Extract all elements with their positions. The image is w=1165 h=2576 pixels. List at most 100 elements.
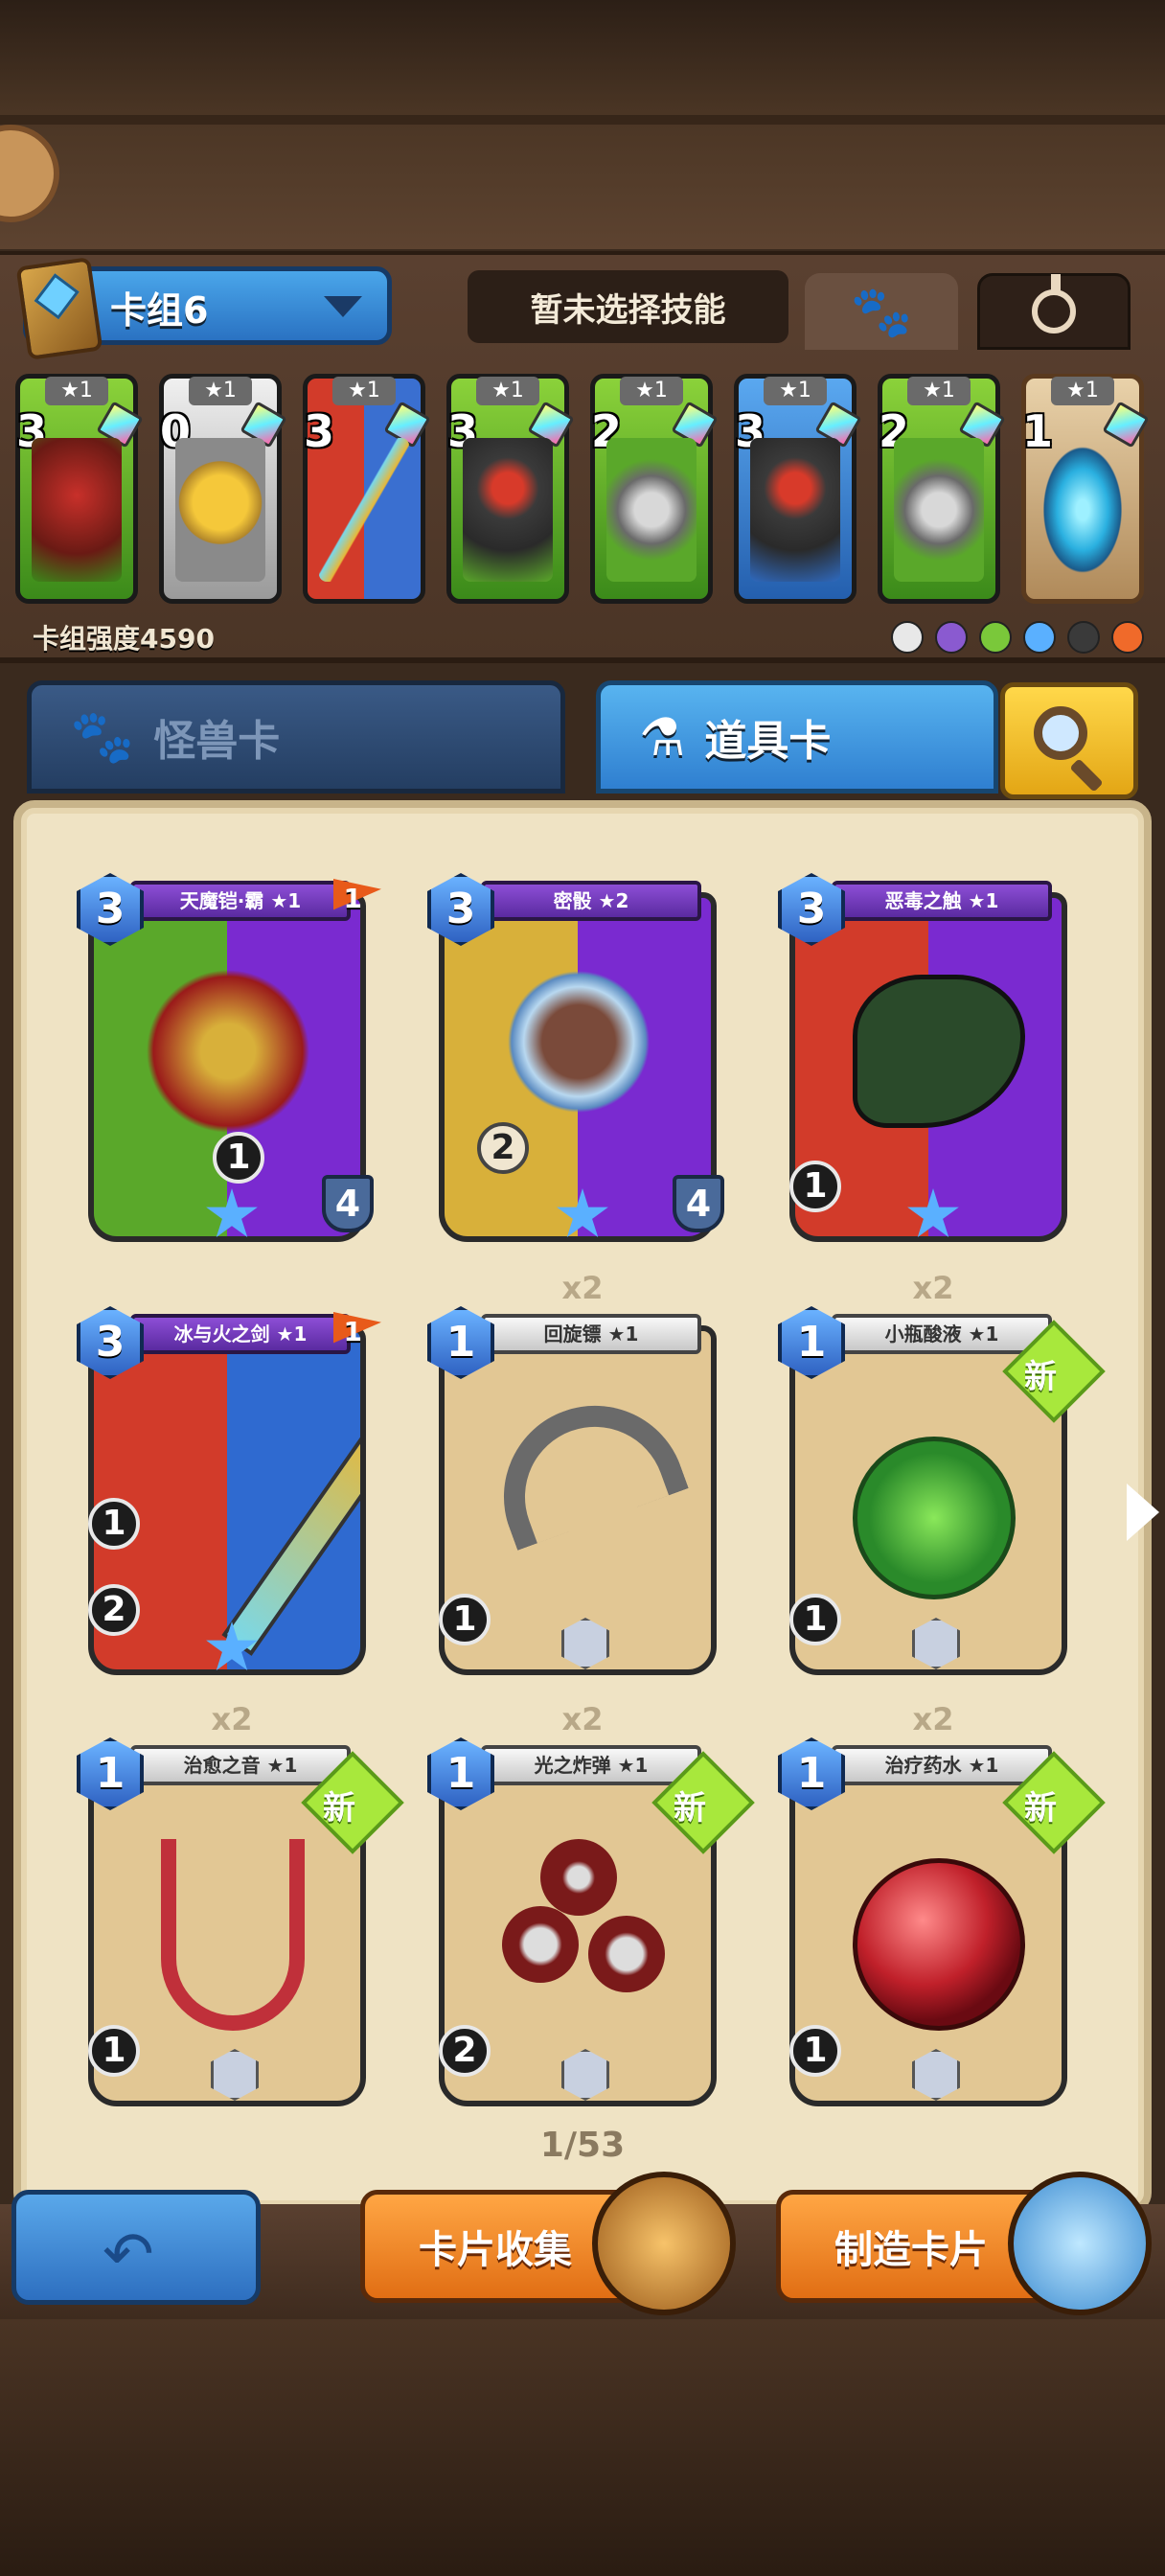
card-shield: 4 (322, 1175, 374, 1232)
potion-icon: ⚗ (639, 706, 686, 768)
bomb-art (502, 1906, 579, 1983)
card-art (319, 438, 409, 582)
card-item[interactable]: x2 小瓶酸液 ★1 1 新 1 (778, 1270, 1106, 1675)
fire-element-icon (1111, 621, 1144, 654)
card-count: x2 (561, 1701, 604, 1737)
boomerang-art (478, 1380, 689, 1551)
card-book-icon[interactable] (592, 2172, 736, 2315)
dark-element-icon (1067, 621, 1100, 654)
card-stat: 1 (439, 1594, 491, 1645)
card-name: 回旋镖 ★1 (481, 1314, 701, 1354)
star-tab: ★1 (764, 377, 827, 405)
deck-card[interactable]: ★1 2 (590, 374, 719, 604)
flag-count: 1 (343, 1316, 362, 1347)
bottom-wood-background (0, 2319, 1165, 2576)
star-tab: ★1 (476, 377, 539, 405)
deck-card[interactable]: ★1 1 (1021, 374, 1150, 604)
deck-name: 卡组6 (110, 289, 209, 332)
card-item[interactable]: x2 回旋镖 ★1 1 1 (427, 1270, 726, 1675)
search-button[interactable] (1000, 682, 1138, 799)
card-count: x2 (211, 1701, 253, 1737)
deck-card[interactable]: ★1 3 (446, 374, 575, 604)
card-stat: 1 (88, 2025, 140, 2077)
card-stat: 1 (789, 1594, 841, 1645)
acid-flask-art (853, 1437, 1016, 1599)
arcane-element-icon (935, 621, 968, 654)
star-tab: ★1 (907, 377, 971, 405)
new-badge-label: 新 (1024, 1358, 1057, 1396)
paw-icon: 🐾 (70, 706, 135, 767)
card-stat: 2 (439, 2025, 491, 2077)
deck-book-icon (15, 257, 103, 360)
card-art (606, 438, 697, 582)
egg-card-art (1038, 438, 1128, 582)
card-stat: 1 (88, 1498, 140, 1550)
dice-art (492, 955, 665, 1128)
deck-card[interactable]: ★1 3 (303, 374, 431, 604)
deck-card[interactable]: ★1 2 (878, 374, 1006, 604)
neutral-element-icon (891, 621, 924, 654)
card-art (750, 438, 840, 582)
card-stat: 2 (477, 1122, 529, 1174)
deck-card[interactable]: ★1 3 (15, 374, 144, 604)
tab-monster-label: 怪兽卡 (153, 717, 281, 766)
card-name: 密骰 ★2 (481, 881, 701, 921)
tab-monster-cards[interactable]: 🐾 怪兽卡 (27, 680, 565, 794)
tab-item-skill[interactable] (977, 273, 1131, 350)
card-stat: 1 (213, 1132, 264, 1184)
potion-icon (1032, 274, 1076, 334)
card-stat: 2 (88, 1584, 140, 1636)
card-count: x2 (912, 1270, 954, 1306)
card-item[interactable]: x2 光之炸弹 ★1 1 新 2 (427, 1701, 755, 2106)
star-tab: ★1 (45, 377, 108, 405)
water-element-icon (1023, 621, 1056, 654)
star-tab: ★1 (620, 377, 683, 405)
deck-selector[interactable]: 卡组6 (15, 257, 392, 360)
deck-power: 卡组强度4590 (33, 623, 215, 655)
card-name: 治疗药水 ★1 (832, 1745, 1052, 1785)
tab-item-label: 道具卡 (704, 717, 832, 766)
card-name: 治愈之音 ★1 (130, 1745, 351, 1785)
tab-monster-skill[interactable]: 🐾 (805, 273, 958, 350)
nature-element-icon (979, 621, 1012, 654)
next-page-arrow-icon[interactable] (1127, 1484, 1159, 1541)
back-button[interactable]: ↶ (11, 2190, 261, 2305)
new-badge-label: 新 (1024, 1789, 1057, 1828)
tab-item-cards[interactable]: ⚗ 道具卡 (596, 680, 998, 794)
page-indicator: 1/53 (539, 2126, 626, 2165)
card-stat: 1 (789, 1161, 841, 1212)
card-item[interactable]: 密骰 ★2 3 2 4 (427, 873, 726, 1242)
card-item[interactable]: 恶毒之触 ★1 3 1 (778, 873, 1077, 1242)
card-name: 恶毒之触 ★1 (832, 881, 1052, 921)
harp-art (161, 1839, 305, 2031)
card-name: 光之炸弹 ★1 (481, 1745, 701, 1785)
potion-art (853, 1858, 1025, 2031)
skill-selector[interactable]: 暂未选择技能 (468, 270, 788, 343)
deck-card[interactable]: ★1 3 (734, 374, 862, 604)
card-item[interactable]: x2 治愈之音 ★1 1 新 1 (77, 1701, 404, 2106)
element-icons (891, 621, 1144, 654)
claw-art (853, 975, 1025, 1128)
back-arrow-icon: ↶ (103, 2220, 154, 2290)
card-art (894, 438, 984, 582)
new-badge-label: 新 (674, 1789, 706, 1828)
card-name: 冰与火之剑 ★1 (130, 1314, 351, 1354)
magnifier-handle (1069, 758, 1104, 793)
deck-card[interactable]: ★1 0 (159, 374, 287, 604)
card-art (463, 438, 553, 582)
paw-jar-icon[interactable] (1008, 2172, 1152, 2315)
card-count: x2 (912, 1701, 954, 1737)
sword-art (221, 1424, 360, 1656)
card-item[interactable]: x2 治疗药水 ★1 1 新 1 (778, 1701, 1106, 2106)
star-tab: ★1 (189, 377, 252, 405)
card-shield: 4 (673, 1175, 724, 1232)
star-tab: ★1 (332, 377, 396, 405)
chevron-down-icon (324, 296, 362, 317)
card-item[interactable]: 天魔铠·霸 ★1 3 1 1 4 (77, 873, 381, 1242)
card-name: 小瓶酸液 ★1 (832, 1314, 1052, 1354)
card-art (32, 438, 122, 582)
card-collection-panel: 天魔铠·霸 ★1 3 1 1 4 密骰 ★2 3 2 4 恶毒之触 ★1 3 1… (13, 800, 1152, 2214)
card-count: x2 (561, 1270, 604, 1306)
magnifier-icon (1034, 706, 1087, 760)
card-item[interactable]: 冰与火之剑 ★1 3 1 1 2 (77, 1306, 381, 1675)
